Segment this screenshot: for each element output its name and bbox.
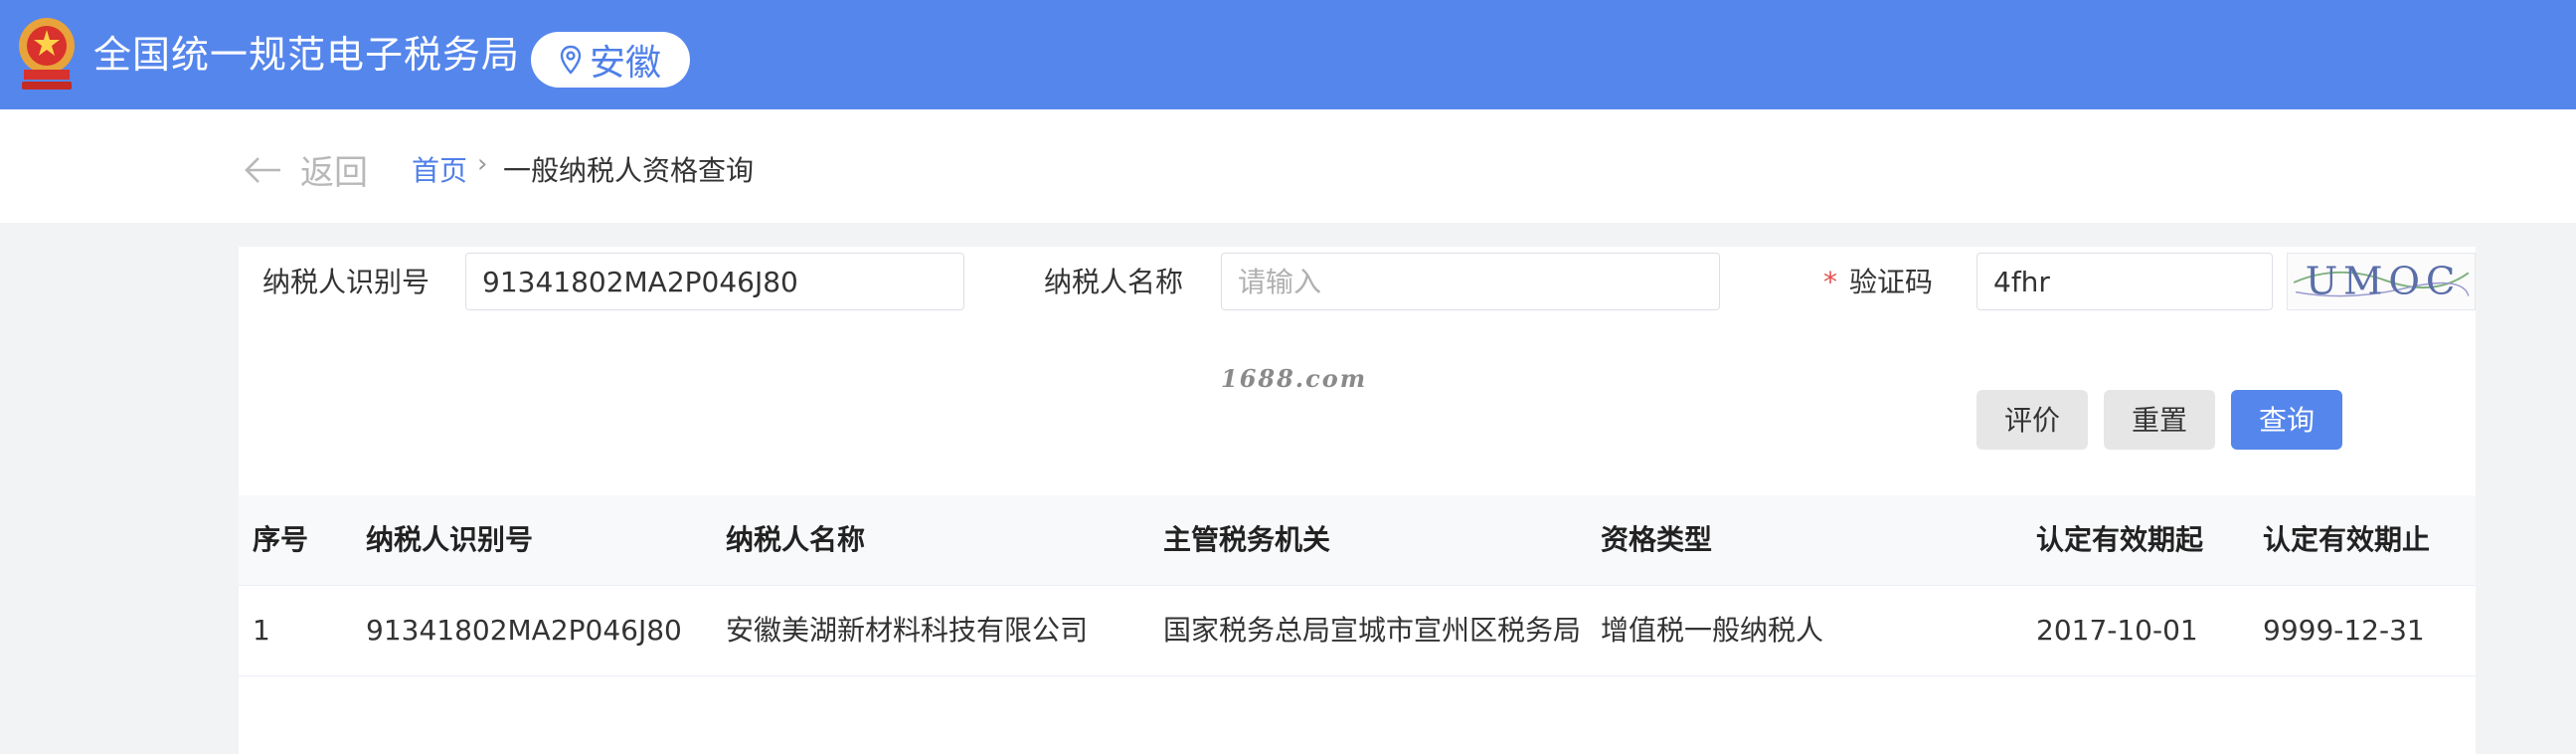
required-mark: * [1823,266,1837,298]
column-header: 主管税务机关 [1163,523,1331,556]
captcha-label: 验证码 [1849,266,1934,298]
table-cell: 91341802MA2P046J80 [366,614,682,647]
column-header: 认定有效期起 [2036,523,2204,556]
table-cell: 国家税务总局宣城市宣州区税务局 [1163,614,1582,647]
tax-emblem-logo [19,18,75,90]
app-title: 全国统一规范电子税务局 [93,33,521,77]
query-button[interactable]: 查询 [2231,390,2342,450]
region-selector[interactable]: 安徽 [531,32,690,88]
table-cell: 2017-10-01 [2036,614,2198,647]
watermark: 1688.com [1221,364,1368,393]
taxpayer-id-label: 纳税人识别号 [262,266,430,298]
table-cell: 9999-12-31 [2263,614,2425,647]
column-header: 认定有效期止 [2263,523,2431,556]
table-cell: 安徽美湖新材料科技有限公司 [726,614,1089,647]
taxpayer-id-input[interactable] [465,253,964,310]
column-header: 序号 [253,523,309,556]
table-header: 序号 纳税人识别号 纳税人名称 主管税务机关 资格类型 认定有效期起 认定有效期… [239,495,2476,586]
table-row: 1 91341802MA2P046J80 安徽美湖新材料科技有限公司 国家税务总… [239,586,2476,676]
back-button[interactable]: 返回 [243,145,368,194]
taxpayer-name-input[interactable] [1221,253,1720,310]
table-cell: 1 [253,614,270,647]
captcha-image-text: UMOC [2306,260,2461,304]
evaluate-button[interactable]: 评价 [1976,390,2088,450]
query-panel: 纳税人识别号 纳税人名称 * 验证码 UMOC 1688.com 评价 重置 查询… [239,247,2476,754]
breadcrumb-separator: › [477,149,488,179]
column-header: 纳税人识别号 [366,523,534,556]
arrow-left-icon [245,156,280,183]
top-header: 全国统一规范电子税务局 安徽 [0,0,2576,109]
region-label: 安徽 [589,43,661,84]
location-pin-icon [560,45,582,75]
captcha-image[interactable]: UMOC [2287,253,2476,310]
captcha-label-wrap: * 验证码 [1823,253,1933,312]
taxpayer-name-label: 纳税人名称 [1044,266,1184,298]
breadcrumb-bar: 返回 首页 › 一般纳税人资格查询 [0,109,2576,223]
captcha-input[interactable] [1976,253,2273,310]
reset-button[interactable]: 重置 [2104,390,2215,450]
breadcrumb-home-link[interactable]: 首页 [412,149,467,189]
breadcrumb-current: 一般纳税人资格查询 [503,154,755,187]
column-header: 资格类型 [1601,523,1713,556]
column-header: 纳税人名称 [726,523,866,556]
back-label: 返回 [300,153,368,193]
table-cell: 增值税一般纳税人 [1601,614,1824,647]
